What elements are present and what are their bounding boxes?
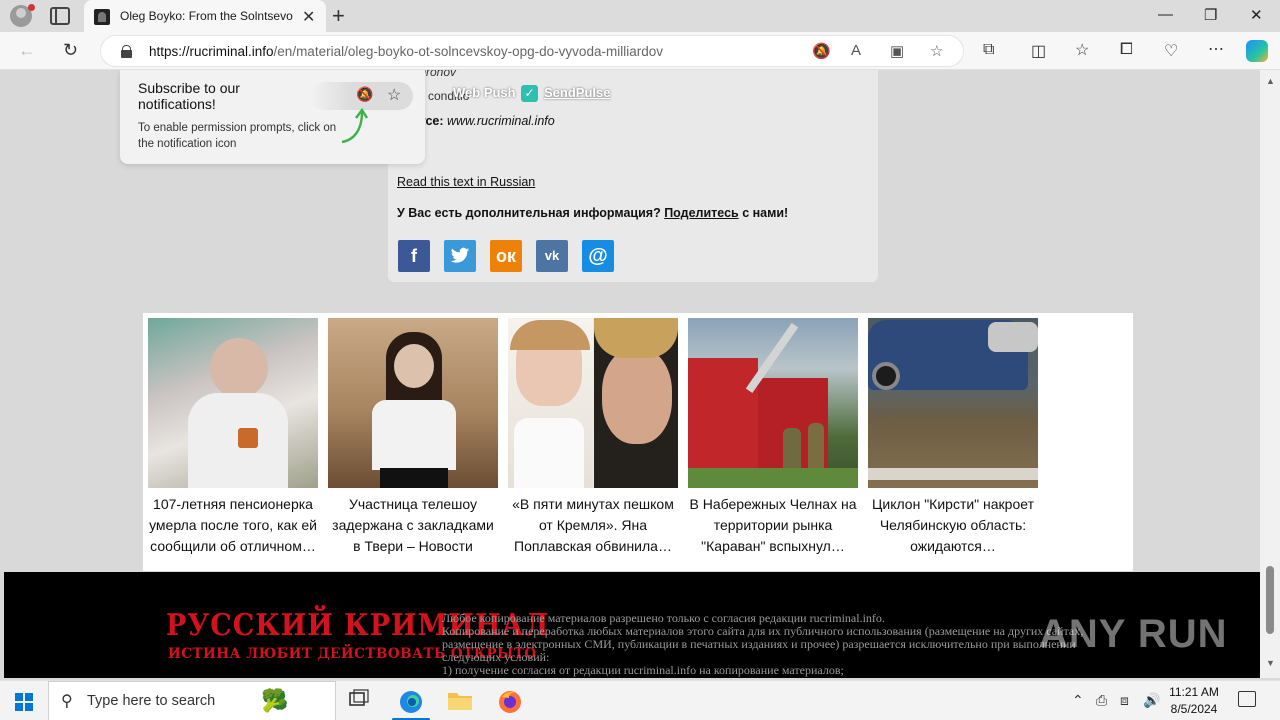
news-title[interactable]: В Набережных Челнах на территории рынка … (688, 494, 858, 557)
volume-icon[interactable]: 🔊 (1143, 692, 1160, 709)
news-title[interactable]: «В пяти минутах пешком от Кремля». Яна П… (508, 494, 678, 557)
lock-icon[interactable] (121, 45, 132, 58)
url-text[interactable]: https://rucriminal.info/en/material/oleg… (149, 44, 663, 59)
search-highlight-icon: 🥦 (261, 688, 289, 713)
firefox-icon[interactable] (497, 689, 523, 713)
notifications-blocked-icon[interactable]: 🔕 (812, 42, 831, 60)
extensions-icon[interactable]: ⧉ (983, 41, 994, 59)
tab-title: Oleg Boyko: From the Solntsevo (120, 9, 293, 23)
read-in-russian-link[interactable]: Read this text in Russian (397, 175, 535, 189)
browser-toolbar: ← ↻ https://rucriminal.info/en/material/… (0, 32, 1280, 70)
task-view-icon[interactable] (348, 689, 374, 713)
tray-device-icon[interactable]: ⎙ (1096, 692, 1107, 709)
news-card[interactable]: Участница телешоу задержана с закладками… (328, 318, 498, 557)
share-link[interactable]: Поделитесь (664, 206, 739, 220)
sendpulse-link[interactable]: SendPulse (544, 85, 610, 100)
copilot-icon[interactable] (1246, 40, 1268, 62)
bell-muted-icon: 🔕 (356, 86, 374, 102)
news-card[interactable]: В Набережных Челнах на территории рынка … (688, 318, 858, 557)
browser-essentials-icon[interactable]: ♡ (1164, 41, 1178, 61)
share-info-prompt: У Вас есть дополнительная информация? По… (397, 206, 789, 220)
vkontakte-share-icon[interactable]: vk (536, 240, 568, 272)
system-clock[interactable]: 11:21 AM 8/5/2024 (1163, 684, 1225, 718)
search-icon: ⚲ (61, 693, 73, 710)
file-explorer-icon[interactable] (447, 689, 473, 713)
favorites-icon[interactable]: ☆ (1075, 40, 1089, 60)
favorite-star-icon[interactable]: ☆ (930, 42, 943, 60)
tab-close-icon[interactable]: ✕ (302, 7, 315, 27)
news-card[interactable]: Циклон "Кирсти" накроет Челябинскую обла… (868, 318, 1038, 557)
site-footer: РУССКИЙ КРИМИНАЛ ИСТИНА ЛЮБИТ ДЕЙСТВОВАТ… (4, 572, 1260, 678)
site-favicon-icon (94, 9, 110, 25)
page-viewport: y Dronov e conditio Source: www.rucrimin… (4, 70, 1260, 678)
tab-actions-icon[interactable] (50, 7, 70, 25)
collections-icon[interactable]: ⧠ (1120, 41, 1133, 59)
mail-share-icon[interactable]: @ (582, 240, 614, 272)
new-tab-button[interactable]: + (332, 3, 345, 29)
news-image-two-women[interactable] (508, 318, 678, 488)
popup-text: To enable permission prompts, click on t… (138, 122, 337, 150)
close-window-button[interactable]: ✕ (1250, 6, 1263, 24)
taskbar-search-box[interactable]: ⚲ Type here to search 🥦 (48, 681, 336, 720)
source-value: www.rucriminal.info (447, 114, 555, 128)
restore-button[interactable]: ❐ (1204, 6, 1217, 24)
facebook-share-icon[interactable]: f (398, 240, 430, 272)
anyrun-watermark: ANY RUN (1039, 612, 1228, 656)
news-card[interactable]: «В пяти минутах пешком от Кремля». Яна П… (508, 318, 678, 557)
scroll-down-icon[interactable]: ▼ (1266, 658, 1275, 668)
news-title[interactable]: Участница телешоу задержана с закладками… (328, 494, 498, 557)
news-title[interactable]: Циклон "Кирсти" накроет Челябинскую обла… (868, 494, 1038, 557)
odnoklassniki-share-icon[interactable]: ок (490, 240, 522, 272)
news-image-detained-woman[interactable] (328, 318, 498, 488)
tray-chevron-icon[interactable]: ⌃ (1072, 692, 1084, 709)
refresh-button[interactable]: ↻ (63, 40, 78, 61)
page-scrollbar[interactable]: ▲ ▼ (1260, 70, 1280, 678)
clock-date: 8/5/2024 (1170, 702, 1218, 716)
settings-more-icon[interactable]: ⋯ (1208, 39, 1224, 59)
sendpulse-logo-icon: ✓ (521, 85, 538, 102)
minimize-button[interactable]: — (1158, 6, 1173, 23)
tab-active[interactable]: Oleg Boyko: From the Solntsevo ✕ (84, 0, 326, 32)
split-screen-icon[interactable]: ◫ (1031, 41, 1046, 61)
twitter-share-icon[interactable] (444, 240, 476, 272)
news-image-elderly-woman[interactable] (148, 318, 318, 488)
popup-title: Subscribe to our notifications! (138, 80, 240, 112)
news-image-firetrucks[interactable] (688, 318, 858, 488)
search-placeholder: Type here to search (87, 693, 216, 709)
star-icon: ☆ (387, 87, 402, 104)
scroll-thumb[interactable] (1266, 566, 1274, 634)
immersive-reader-icon[interactable]: ▣ (890, 42, 904, 60)
address-bar[interactable]: https://rucriminal.info/en/material/oleg… (100, 35, 964, 67)
news-recommendations: 107-летняя пенсионерка умерла после того… (143, 313, 1133, 571)
notification-center-icon[interactable] (1238, 691, 1256, 707)
webpush-label: Web Push (453, 85, 516, 100)
article-body: y Dronov e conditio Source: www.rucrimin… (388, 70, 878, 282)
tab-strip: Oleg Boyko: From the Solntsevo ✕ + — ❐ ✕ (0, 0, 1280, 32)
profile-notification-dot (28, 4, 35, 11)
news-image-flooded-street[interactable] (868, 318, 1038, 488)
news-card[interactable]: 107-летняя пенсионерка умерла после того… (148, 318, 318, 557)
footer-copyright-text: Любое копирование материалов разрешено т… (442, 611, 1084, 677)
network-icon[interactable]: ⧈ (1120, 692, 1129, 709)
green-arrow-icon (341, 107, 369, 144)
windows-taskbar: ⚲ Type here to search 🥦 ⌃ ⎙ ⧈ 🔊 11:21 AM… (0, 680, 1280, 720)
edge-taskbar-icon[interactable] (398, 689, 424, 713)
scroll-up-icon[interactable]: ▲ (1266, 76, 1275, 86)
clock-time: 11:21 AM (1169, 685, 1219, 699)
read-aloud-icon[interactable]: A (851, 42, 861, 59)
back-button[interactable]: ← (18, 40, 36, 61)
notification-subscribe-popup: Subscribe to our notifications! To enabl… (120, 70, 425, 164)
start-button[interactable] (15, 693, 33, 711)
news-title[interactable]: 107-летняя пенсионерка умерла после того… (148, 494, 318, 557)
